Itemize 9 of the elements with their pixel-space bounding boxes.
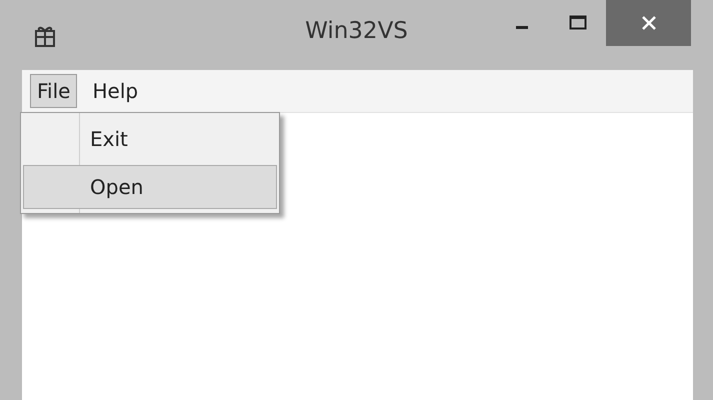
menu-entry[interactable]: Open: [23, 165, 277, 209]
minimize-icon: [516, 26, 528, 28]
close-icon: [640, 15, 656, 31]
menu-entry[interactable]: Exit: [23, 117, 277, 161]
window-title: Win32VS: [305, 18, 408, 44]
menu-item[interactable]: Help: [85, 74, 146, 108]
maximize-icon: [569, 15, 587, 31]
gift-icon: [34, 24, 56, 48]
menu-item[interactable]: File: [30, 74, 78, 108]
